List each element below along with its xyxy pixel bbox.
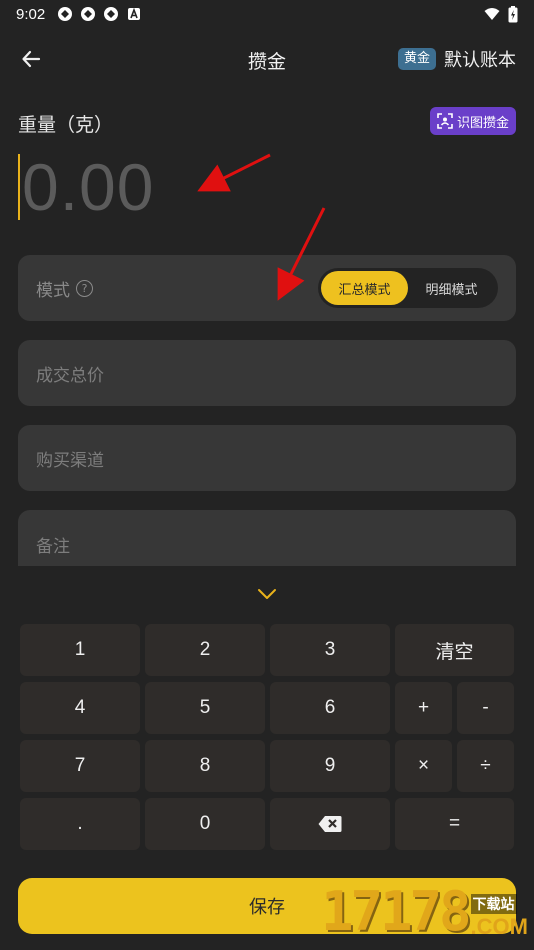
app-notification-icon xyxy=(81,7,96,21)
purchase-channel-placeholder: 购买渠道 xyxy=(36,450,104,471)
backspace-icon xyxy=(318,816,342,832)
app-bar: 攒金 黄金 默认账本 xyxy=(0,36,534,82)
a-notification-icon xyxy=(128,7,141,20)
key-minus[interactable]: - xyxy=(457,682,514,734)
system-status-icons xyxy=(484,5,518,23)
watermark-suffix: .COM xyxy=(470,914,528,939)
key-8[interactable]: 8 xyxy=(145,740,265,792)
mode-label: 模式 xyxy=(36,280,70,301)
scan-icon xyxy=(437,113,453,129)
key-clear[interactable]: 清空 xyxy=(395,624,514,676)
key-6[interactable]: 6 xyxy=(270,682,390,734)
status-time: 9:02 xyxy=(16,5,46,23)
mode-option-detail[interactable]: 明细模式 xyxy=(408,271,495,305)
ledger-selector[interactable]: 黄金 默认账本 xyxy=(397,46,516,72)
key-5[interactable]: 5 xyxy=(145,682,265,734)
total-price-field[interactable]: 成交总价 xyxy=(18,340,516,406)
mode-label-group: 模式 ? xyxy=(36,276,93,301)
note-placeholder: 备注 xyxy=(36,537,70,557)
total-price-placeholder: 成交总价 xyxy=(36,365,104,386)
ledger-type-badge: 黄金 xyxy=(397,48,436,70)
key-backspace[interactable] xyxy=(270,798,390,850)
key-9[interactable]: 9 xyxy=(270,740,390,792)
watermark-number: 17178 xyxy=(320,880,472,943)
note-field[interactable]: 备注 xyxy=(18,510,516,566)
purchase-channel-field[interactable]: 购买渠道 xyxy=(18,425,516,491)
app-notification-icon xyxy=(104,7,119,21)
text-cursor xyxy=(18,154,20,220)
mode-option-summary[interactable]: 汇总模式 xyxy=(321,271,408,305)
key-1[interactable]: 1 xyxy=(20,624,140,676)
arrow-left-icon xyxy=(22,50,41,68)
key-dot[interactable]: . xyxy=(20,798,140,850)
key-divide[interactable]: ÷ xyxy=(457,740,514,792)
weight-label: 重量（克） xyxy=(18,114,114,136)
recognize-image-label: 识图攒金 xyxy=(456,115,509,131)
key-7[interactable]: 7 xyxy=(20,740,140,792)
annotation-arrow xyxy=(197,153,271,192)
collapse-keypad-button[interactable] xyxy=(252,584,282,604)
back-button[interactable] xyxy=(16,44,46,74)
mode-toggle: 汇总模式 明细模式 xyxy=(318,268,498,308)
wifi-icon xyxy=(484,8,500,20)
weight-amount: 0.00 xyxy=(22,150,155,224)
key-2[interactable]: 2 xyxy=(145,624,265,676)
watermark-side: 下载站 .COM xyxy=(470,894,528,940)
key-0[interactable]: 0 xyxy=(145,798,265,850)
app-notification-icon xyxy=(58,7,73,21)
watermark: 17178 下载站 .COM xyxy=(321,884,528,940)
mode-field: 模式 ? 汇总模式 明细模式 xyxy=(18,255,516,321)
watermark-text: 下载站 xyxy=(470,894,517,914)
key-multiply[interactable]: × xyxy=(395,740,452,792)
ledger-name: 默认账本 xyxy=(444,50,516,71)
help-icon[interactable]: ? xyxy=(76,279,93,297)
key-4[interactable]: 4 xyxy=(20,682,140,734)
key-3[interactable]: 3 xyxy=(270,624,390,676)
notification-icons xyxy=(57,6,142,22)
battery-icon xyxy=(508,5,518,22)
key-equals[interactable]: = xyxy=(395,798,514,850)
key-plus[interactable]: + xyxy=(395,682,452,734)
recognize-image-button[interactable]: 识图攒金 xyxy=(429,107,516,135)
chevron-down-icon xyxy=(258,589,276,599)
weight-input[interactable]: 0.00 xyxy=(18,153,154,221)
status-bar: 9:02 xyxy=(0,0,534,28)
